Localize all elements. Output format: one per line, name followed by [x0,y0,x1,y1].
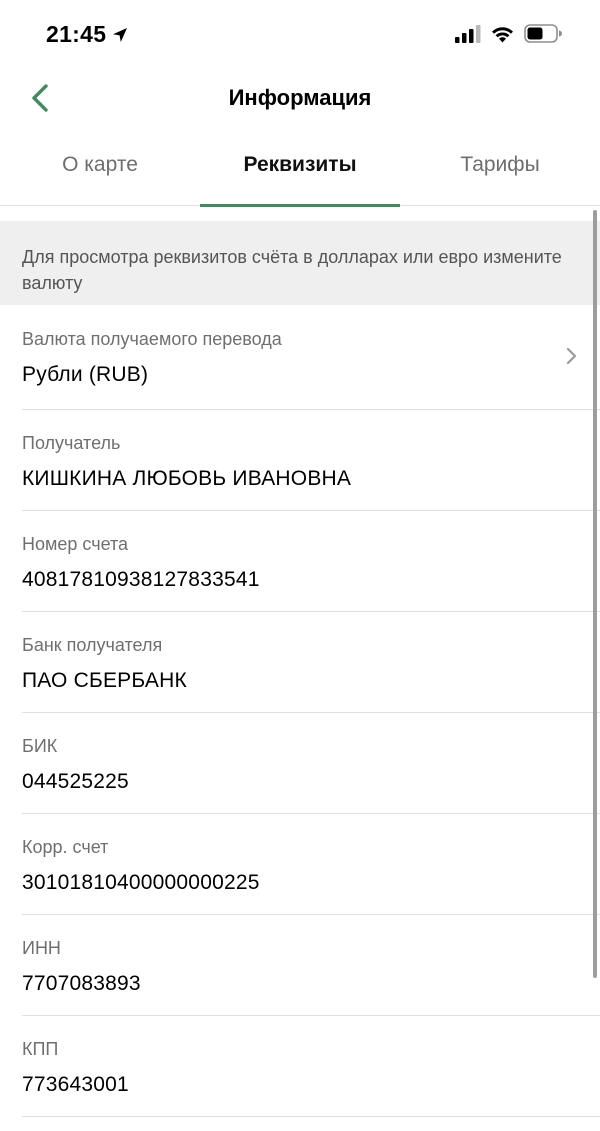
page-title: Информация [228,85,372,110]
corr-account-row: Корр. счет 30101810400000000225 [22,814,600,915]
chevron-right-icon [566,347,577,365]
wifi-icon [492,26,513,42]
info-banner: Для просмотра реквизитов счёта в доллара… [0,221,600,305]
row-value: 7707083893 [22,972,141,995]
row-label: КПП [22,1039,59,1059]
tab-bar: О карте Реквизиты Тарифы [0,130,600,207]
status-time: 21:45 [46,21,107,47]
currency-row[interactable]: Валюта получаемого перевода Рубли (RUB) [22,305,600,410]
inn-row: ИНН 7707083893 [22,915,600,1016]
status-time-group: 21:45 [46,21,128,48]
kpp-row: КПП 773643001 [22,1016,600,1117]
bik-row: БИК 044525225 [22,713,600,814]
row-label: ИНН [22,938,61,958]
row-label: Банк получателя [22,635,163,655]
location-arrow-icon [113,27,128,42]
row-value: КИШКИНА ЛЮБОВЬ ИВАНОВНА [22,467,352,490]
row-label: Валюта получаемого перевода [22,329,282,349]
row-value: 30101810400000000225 [22,871,260,894]
row-label: БИК [22,736,58,756]
scrollbar[interactable] [593,210,597,978]
row-label: Номер счета [22,534,129,554]
recipient-row: Получатель КИШКИНА ЛЮБОВЬ ИВАНОВНА [22,410,600,511]
cellular-signal-icon [455,24,481,43]
tab-tariffs[interactable]: Тарифы [400,130,600,206]
recipient-bank-row: Банк получателя ПАО СБЕРБАНК [22,612,600,713]
nav-bar: Информация [0,70,600,126]
row-label: Получатель [22,433,121,453]
row-value: 40817810938127833541 [22,568,260,591]
tab-about-card[interactable]: О карте [0,130,200,206]
status-bar: 21:45 [0,0,600,70]
account-number-row: Номер счета 40817810938127833541 [22,511,600,612]
row-value: ПАО СБЕРБАНК [22,669,187,692]
row-value: 044525225 [22,770,129,793]
row-label: Корр. счет [22,837,109,857]
tab-requisites[interactable]: Реквизиты [200,130,400,207]
row-value: 773643001 [22,1073,129,1096]
requisites-list: Валюта получаемого перевода Рубли (RUB) … [0,305,600,1117]
status-icons [455,24,562,43]
battery-icon [524,24,562,43]
row-value: Рубли (RUB) [22,363,149,386]
